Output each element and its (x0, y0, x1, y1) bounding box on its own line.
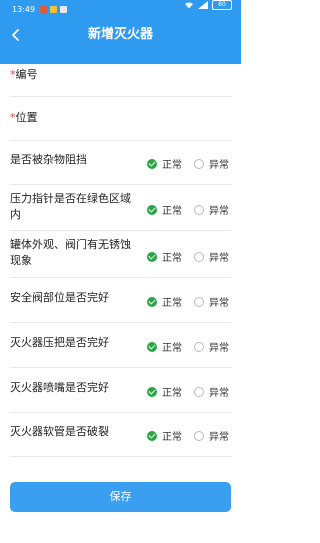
radio-normal[interactable] (147, 430, 157, 441)
notification-icon (40, 6, 47, 13)
radio-abnormal[interactable] (194, 158, 204, 169)
divider (10, 230, 231, 231)
wifi-icon (185, 2, 193, 9)
signal-icon (198, 1, 208, 9)
option-label: 异常 (209, 298, 229, 309)
option-label: 正常 (162, 432, 182, 443)
check-label: 灭火器压把是否完好 (10, 336, 109, 349)
divider (10, 277, 231, 278)
option-label: 异常 (209, 253, 229, 264)
radio-normal[interactable] (147, 158, 157, 169)
divider (10, 96, 231, 97)
check-label: 压力指针是否在绿色区域内 (10, 192, 131, 221)
check-label: 安全阀部位是否完好 (10, 291, 109, 304)
divider (10, 456, 231, 457)
option-label: 异常 (209, 432, 229, 443)
status-time: 13:49 (12, 5, 36, 14)
radio-normal[interactable] (147, 204, 157, 215)
field-location[interactable]: *位置 (10, 110, 38, 126)
radio-normal[interactable] (147, 296, 157, 307)
notification-icon (60, 6, 67, 13)
option-label: 正常 (162, 160, 182, 171)
radio-normal[interactable] (147, 386, 157, 397)
app-header: 13:49 80 新增灭火器 (0, 0, 241, 64)
option-label: 正常 (162, 388, 182, 399)
option-label: 正常 (162, 206, 182, 217)
radio-normal[interactable] (147, 341, 157, 352)
radio-abnormal[interactable] (194, 251, 204, 262)
radio-abnormal[interactable] (194, 386, 204, 397)
save-button[interactable]: 保存 (10, 482, 231, 512)
divider (10, 367, 231, 368)
check-options: 正常 异常 (147, 249, 241, 264)
option-label: 异常 (209, 343, 229, 354)
radio-abnormal[interactable] (194, 296, 204, 307)
radio-normal[interactable] (147, 251, 157, 262)
option-label: 正常 (162, 343, 182, 354)
notification-icons (40, 6, 67, 13)
status-bar: 13:49 80 (0, 0, 241, 20)
divider (10, 412, 231, 413)
battery-icon: 80 (212, 0, 232, 10)
check-options: 正常 异常 (147, 384, 241, 399)
check-options: 正常 异常 (147, 202, 241, 217)
check-options: 正常 异常 (147, 339, 241, 354)
check-options: 正常 异常 (147, 156, 241, 171)
check-options: 正常 异常 (147, 428, 241, 443)
option-label: 异常 (209, 388, 229, 399)
check-label: 灭火器喷嘴是否完好 (10, 381, 109, 394)
radio-abnormal[interactable] (194, 341, 204, 352)
radio-abnormal[interactable] (194, 204, 204, 215)
option-label: 异常 (209, 206, 229, 217)
field-number[interactable]: *编号 (10, 67, 38, 83)
check-label: 灭火器软管是否破裂 (10, 425, 109, 438)
divider (10, 184, 231, 185)
check-label: 是否被杂物阻挡 (10, 153, 87, 166)
notification-icon (50, 6, 57, 13)
check-options: 正常 异常 (147, 294, 241, 309)
divider (10, 140, 231, 141)
option-label: 正常 (162, 298, 182, 309)
check-label: 罐体外观、阀门有无锈蚀现象 (10, 238, 131, 267)
option-label: 正常 (162, 253, 182, 264)
radio-abnormal[interactable] (194, 430, 204, 441)
field-label: 编号 (15, 68, 38, 81)
divider (10, 322, 231, 323)
option-label: 异常 (209, 160, 229, 171)
page-title: 新增灭火器 (87, 27, 153, 42)
field-label: 位置 (15, 111, 38, 124)
status-right: 80 (184, 0, 232, 10)
